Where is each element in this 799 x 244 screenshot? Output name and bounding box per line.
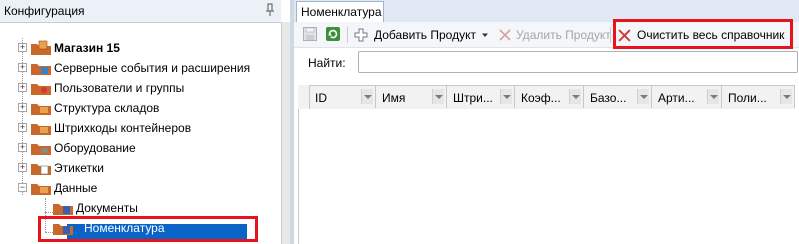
search-input[interactable] xyxy=(358,51,798,73)
documents-folder-icon xyxy=(53,204,73,215)
save-icon[interactable] xyxy=(302,26,318,42)
configuration-panel: Конфигурация + Магазин 15 + Серверные со… xyxy=(0,0,291,244)
tree-item-label: Данные xyxy=(54,181,98,195)
add-product-label: Добавить Продукт xyxy=(374,28,476,42)
tree-item-data[interactable]: − Данные xyxy=(0,178,281,198)
column-title: Коэф... xyxy=(521,91,561,105)
refresh-icon[interactable] xyxy=(325,26,341,42)
data-folder-icon xyxy=(31,184,51,195)
tree-item-labels[interactable]: + Этикетки xyxy=(0,158,281,178)
expand-icon[interactable]: + xyxy=(18,103,27,112)
column-header-base[interactable]: Базо... xyxy=(584,86,652,108)
search-label: Найти: xyxy=(308,56,346,70)
tree-item-label: Пользователи и группы xyxy=(54,81,185,95)
filter-dropdown-icon[interactable] xyxy=(432,89,444,104)
panel-title: Конфигурация xyxy=(4,4,85,18)
server-folder-icon xyxy=(31,64,51,75)
tree-item-label: Магазин 15 xyxy=(54,41,120,55)
toolbar-separator xyxy=(347,27,348,43)
labels-folder-icon xyxy=(31,164,51,175)
column-header-field[interactable]: Поли... xyxy=(722,86,795,108)
tree-item-label: Серверные события и расширения xyxy=(54,61,251,75)
column-title: Штри... xyxy=(453,91,493,105)
dropdown-arrow-icon[interactable] xyxy=(481,31,489,39)
pin-icon[interactable] xyxy=(265,3,275,17)
filter-dropdown-icon[interactable] xyxy=(637,89,649,104)
filter-dropdown-icon[interactable] xyxy=(500,89,512,104)
delete-product-button[interactable]: Удалить Продукт xyxy=(499,25,611,45)
annotation-highlight xyxy=(613,19,793,49)
tree-item-label: Штрихкоды контейнеров xyxy=(54,121,192,135)
warehouse-folder-icon xyxy=(31,104,51,115)
users-folder-icon xyxy=(31,84,51,95)
nomenclature-panel: Номенклатура Добавить Продукт Удалить Пр… xyxy=(294,0,799,244)
expand-icon[interactable]: + xyxy=(18,123,27,132)
x-icon xyxy=(499,29,511,41)
add-product-button[interactable]: Добавить Продукт xyxy=(353,25,489,45)
tab-nomenclature[interactable]: Номенклатура xyxy=(296,1,384,22)
column-title: Базо... xyxy=(590,91,627,105)
filter-dropdown-icon[interactable] xyxy=(569,89,581,104)
equipment-folder-icon xyxy=(31,144,51,155)
tab-label: Номенклатура xyxy=(301,5,382,19)
collapse-icon[interactable]: − xyxy=(18,183,27,192)
expand-icon[interactable]: + xyxy=(18,83,27,92)
tree-item-equipment[interactable]: + Оборудование xyxy=(0,138,281,158)
expand-icon[interactable]: + xyxy=(18,143,27,152)
tree-item-label: Документы xyxy=(76,201,138,215)
filter-dropdown-icon[interactable] xyxy=(780,89,792,104)
column-title: Поли... xyxy=(728,91,767,105)
column-header-name[interactable]: Имя xyxy=(376,86,447,108)
tree-item-store[interactable]: + Магазин 15 xyxy=(0,38,281,58)
store-folder-icon xyxy=(31,40,51,55)
expand-icon[interactable]: + xyxy=(18,63,27,72)
column-header-article[interactable]: Арти... xyxy=(652,86,722,108)
plus-icon xyxy=(354,28,368,42)
tree-item-label: Структура складов xyxy=(54,101,160,115)
expand-icon[interactable]: + xyxy=(18,43,27,52)
column-header-id[interactable]: ID xyxy=(309,86,376,108)
column-title: Имя xyxy=(382,91,406,105)
column-title: Арти... xyxy=(658,91,695,105)
search-row: Найти: xyxy=(294,48,799,78)
tree-item-label: Оборудование xyxy=(54,141,136,155)
column-header-coefficient[interactable]: Коэф... xyxy=(515,86,584,108)
tree-item-label: Этикетки xyxy=(54,161,104,175)
filter-dropdown-icon[interactable] xyxy=(361,89,373,104)
barcode-folder-icon xyxy=(31,124,51,135)
grid-body[interactable] xyxy=(298,109,796,244)
column-title: ID xyxy=(315,91,327,105)
tree-item-warehouse-structure[interactable]: + Структура складов xyxy=(0,98,281,118)
panel-header: Конфигурация xyxy=(0,0,281,23)
column-header-barcode[interactable]: Штри... xyxy=(447,86,515,108)
tree-item-users[interactable]: + Пользователи и группы xyxy=(0,78,281,98)
toolbar-separator xyxy=(610,27,611,43)
grid-header: ID Имя Штри... Коэф... Базо... Арти... П… xyxy=(298,85,795,110)
annotation-highlight xyxy=(38,216,258,242)
tree-item-container-barcodes[interactable]: + Штрихкоды контейнеров xyxy=(0,118,281,138)
filter-dropdown-icon[interactable] xyxy=(707,89,719,104)
tree-item-documents[interactable]: Документы xyxy=(0,198,281,218)
delete-product-label: Удалить Продукт xyxy=(516,28,611,42)
expand-icon[interactable]: + xyxy=(18,163,27,172)
tree-item-server-events[interactable]: + Серверные события и расширения xyxy=(0,58,281,78)
